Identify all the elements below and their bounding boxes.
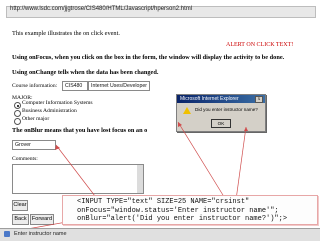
comments-label: Comments:	[12, 156, 38, 162]
alert-dialog: Microsoft Internet Explorer x Did you en…	[176, 94, 266, 132]
alert-on-click-link[interactable]: ALERT ON CLICK TEXT!	[226, 42, 293, 48]
course-name-input[interactable]: Internet Uses/Developer	[88, 81, 150, 91]
status-text: Enter instructor name	[14, 231, 67, 237]
warning-icon	[183, 107, 191, 114]
major-radio-business[interactable]	[14, 110, 21, 117]
major-radio-cis[interactable]	[14, 102, 21, 109]
browser-window: http://www.lsdc.com/jjgtrose/CIS480/HTML…	[0, 0, 320, 241]
onblur-description: The onBlur means that you have lost focu…	[12, 127, 148, 134]
back-button[interactable]: Back	[12, 214, 29, 225]
code-line-3: onBlur="alert('Did you enter instructor …	[77, 215, 288, 223]
course-label: Course information:	[12, 83, 58, 89]
dialog-ok-button[interactable]: OK	[211, 119, 231, 128]
clear-button[interactable]: Clear	[12, 200, 28, 211]
dialog-message: Did you enter instructor name?	[195, 107, 258, 112]
instructor-input[interactable]: Grover	[12, 140, 56, 150]
comments-textarea[interactable]	[12, 164, 144, 194]
address-url[interactable]: http://www.lsdc.com/jjgtrose/CIS480/HTML…	[10, 6, 192, 12]
forward-button[interactable]: Forward	[30, 214, 54, 225]
address-bar[interactable]: http://www.lsdc.com/jjgtrose/CIS480/HTML…	[6, 6, 316, 18]
code-line-1: <INPUT TYPE="text" SIZE=25 NAME="crsinst…	[77, 198, 250, 206]
code-line-2: onFocus="window.status='Enter instructor…	[77, 207, 279, 215]
dialog-close-button[interactable]: x	[255, 96, 263, 103]
intro-text: This example illustrates the on click ev…	[12, 30, 120, 37]
major-radio-other[interactable]	[14, 118, 21, 125]
onchange-description: Using onChange tells when the data has b…	[12, 69, 159, 76]
onfocus-description: Using onFocus, when you click on the box…	[12, 54, 285, 61]
comments-scrollbar[interactable]	[137, 165, 143, 193]
course-code-input[interactable]: CIS480	[62, 81, 88, 91]
code-sample-box: <INPUT TYPE="text" SIZE=25 NAME="crsinst…	[62, 195, 318, 225]
browser-icon	[4, 231, 10, 237]
major-label-business: Business Administration	[22, 108, 77, 114]
major-label-other: Other major	[22, 116, 50, 122]
dialog-title: Microsoft Internet Explorer	[177, 95, 265, 103]
major-label-cis: Computer Information Systems	[22, 100, 93, 106]
status-bar: Enter instructor name	[0, 228, 320, 241]
